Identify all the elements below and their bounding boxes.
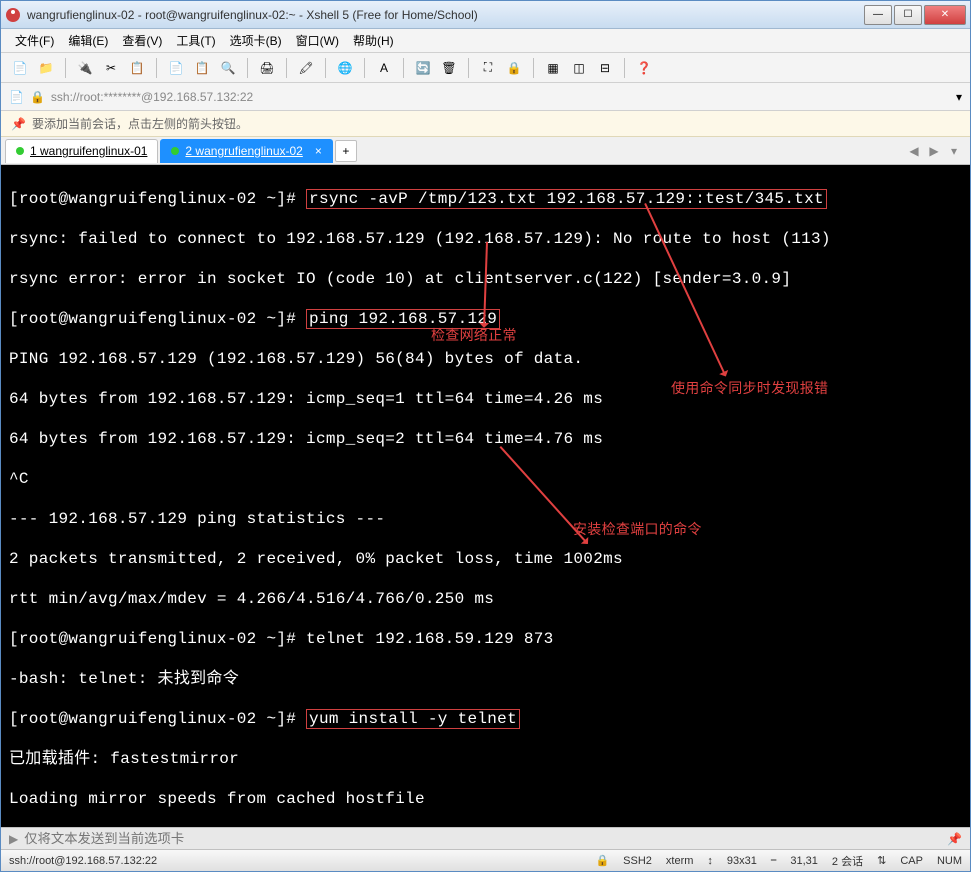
maximize-button[interactable]: ☐ [894, 5, 922, 25]
menu-file[interactable]: 文件(F) [9, 30, 60, 51]
open-button[interactable]: 📁 [35, 57, 57, 79]
separator [468, 58, 469, 78]
globe-button[interactable]: 🌐 [334, 57, 356, 79]
menu-edit[interactable]: 编辑(E) [62, 30, 114, 51]
status-pos: 31,31 [790, 855, 818, 867]
titlebar: wangrufienglinux-02 - root@wangruifengli… [1, 1, 970, 29]
status-ssh: SSH2 [623, 855, 652, 867]
annotation-3: 安装检查端口的命令 [573, 521, 702, 541]
menu-view[interactable]: 查看(V) [116, 30, 168, 51]
add-tab-button[interactable]: + [335, 140, 357, 162]
search-button[interactable]: 🔍 [217, 57, 239, 79]
status-term: xterm [666, 855, 694, 867]
separator [247, 58, 248, 78]
host-icon: 📄 [9, 90, 24, 104]
layout2-button[interactable]: ◫ [568, 57, 590, 79]
font-button[interactable]: A [373, 57, 395, 79]
reconnect-button[interactable]: 🔌 [74, 57, 96, 79]
pin-icon[interactable]: 📌 [11, 117, 26, 131]
app-window: wangrufienglinux-02 - root@wangruifengli… [0, 0, 971, 872]
separator [286, 58, 287, 78]
tab-next-button[interactable]: ▶ [926, 143, 942, 159]
sendbar: ▶ 📌 [1, 827, 970, 849]
separator [325, 58, 326, 78]
print-button[interactable]: 🖨 [256, 57, 278, 79]
separator [364, 58, 365, 78]
paste-button[interactable]: 📋 [191, 57, 213, 79]
send-icon[interactable]: ▶ [9, 832, 18, 846]
terminal[interactable]: [root@wangruifenglinux-02 ~]# rsync -avP… [1, 165, 970, 827]
status-dot [16, 147, 24, 155]
tab-session-1[interactable]: 1 wangruifenglinux-01 [5, 139, 158, 163]
separator [403, 58, 404, 78]
layout3-button[interactable]: ⊟ [594, 57, 616, 79]
separator [624, 58, 625, 78]
copy-button[interactable]: 📄 [165, 57, 187, 79]
menu-help[interactable]: 帮助(H) [347, 30, 400, 51]
status-num: NUM [937, 855, 962, 867]
sendbar-pin-icon[interactable]: 📌 [947, 832, 962, 846]
status-sessions: 2 会话 [832, 853, 863, 869]
app-icon [5, 7, 21, 23]
lock-button[interactable]: 🔒 [503, 57, 525, 79]
clear-button[interactable]: 🗑 [438, 57, 460, 79]
minimize-button[interactable]: — [864, 5, 892, 25]
highlight-ping: ping 192.168.57.129 [306, 309, 500, 329]
annotation-2: 使用命令同步时发现报错 [671, 380, 828, 400]
close-button[interactable]: ✕ [924, 5, 966, 25]
tab-prev-button[interactable]: ◀ [906, 143, 922, 159]
properties-button[interactable]: 📋 [126, 57, 148, 79]
new-button[interactable]: 📄 [9, 57, 31, 79]
menu-tools[interactable]: 工具(T) [170, 30, 221, 51]
menu-window[interactable]: 窗口(W) [290, 30, 345, 51]
tab-menu-button[interactable]: ▾ [946, 143, 962, 159]
lock-icon: 🔒 [30, 90, 45, 104]
addressbar: 📄 🔒 ▾ [1, 83, 970, 111]
tab-close-icon[interactable]: × [315, 144, 322, 158]
separator [65, 58, 66, 78]
status-ssh-icon: 🔒 [595, 854, 609, 867]
status-pos-icon: ⎯ [771, 854, 777, 867]
infobar-text: 要添加当前会话，点击左侧的箭头按钮。 [32, 115, 248, 132]
tab-label: 2 wangrufienglinux-02 [185, 144, 302, 158]
statusbar: ssh://root@192.168.57.132:22 🔒 SSH2 xter… [1, 849, 970, 871]
refresh-button[interactable]: 🔄 [412, 57, 434, 79]
layout-button[interactable]: ▦ [542, 57, 564, 79]
highlight-rsync: rsync -avP /tmp/123.txt 192.168.57.129::… [306, 189, 827, 209]
tab-label: 1 wangruifenglinux-01 [30, 144, 147, 158]
window-title: wangrufienglinux-02 - root@wangruifengli… [27, 8, 864, 22]
status-cap: CAP [900, 855, 923, 867]
status-size: 93x31 [727, 855, 757, 867]
dropdown-icon[interactable]: ▾ [956, 90, 962, 104]
highlight-yum: yum install -y telnet [306, 709, 520, 729]
toolbar: 📄 📁 🔌 ✂ 📋 📄 📋 🔍 🖨 🖍 🌐 A 🔄 🗑 ⛶ 🔒 ▦ ◫ ⊟ ❓ [1, 53, 970, 83]
address-input[interactable] [51, 90, 950, 104]
infobar: 📌 要添加当前会话，点击左侧的箭头按钮。 [1, 111, 970, 137]
status-updown-icon: ⇅ [877, 854, 886, 867]
send-input[interactable] [24, 831, 941, 846]
disconnect-button[interactable]: ✂ [100, 57, 122, 79]
annotation-1: 检查网络正常 [431, 327, 517, 347]
tab-session-2[interactable]: 2 wangrufienglinux-02 × [160, 139, 332, 163]
status-connection: ssh://root@192.168.57.132:22 [9, 855, 157, 867]
help-button[interactable]: ❓ [633, 57, 655, 79]
tabbar: 1 wangruifenglinux-01 2 wangrufienglinux… [1, 137, 970, 165]
menubar: 文件(F) 编辑(E) 查看(V) 工具(T) 选项卡(B) 窗口(W) 帮助(… [1, 29, 970, 53]
fullscreen-button[interactable]: ⛶ [477, 57, 499, 79]
status-dot [171, 147, 179, 155]
highlight-button[interactable]: 🖍 [295, 57, 317, 79]
separator [533, 58, 534, 78]
status-size-icon: ↕ [707, 855, 713, 867]
menu-tabs[interactable]: 选项卡(B) [224, 30, 288, 51]
separator [156, 58, 157, 78]
